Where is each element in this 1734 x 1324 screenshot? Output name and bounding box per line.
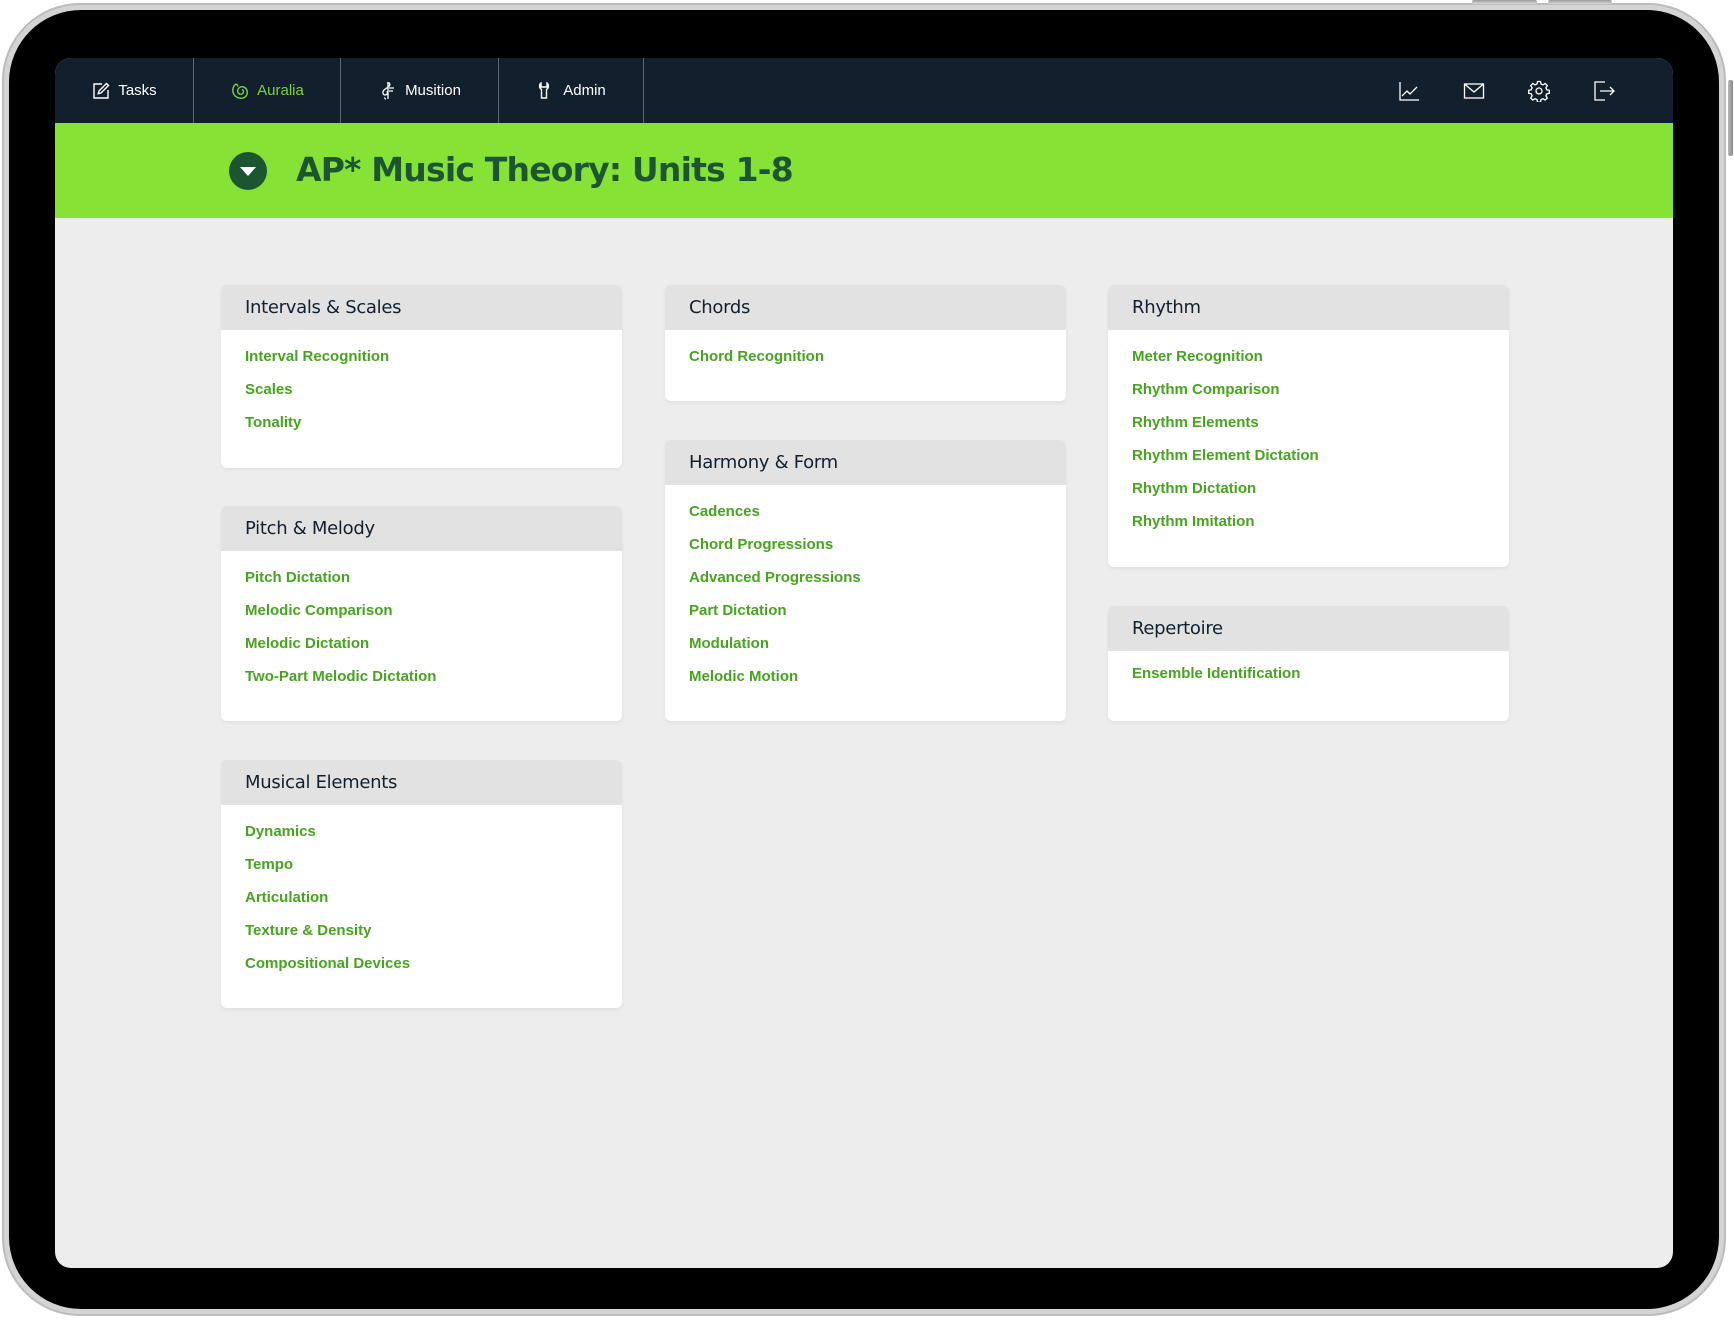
- card-title: Repertoire: [1108, 606, 1509, 651]
- card-title: Pitch & Melody: [221, 506, 622, 551]
- course-header: AP* Music Theory: Units 1-8: [55, 123, 1673, 218]
- tab-tasks[interactable]: Tasks: [55, 58, 194, 123]
- logout-icon[interactable]: [1593, 80, 1615, 102]
- volume-button: [1472, 0, 1537, 4]
- exercise-link[interactable]: Compositional Devices: [245, 954, 622, 987]
- exercise-link[interactable]: Pitch Dictation: [245, 568, 622, 601]
- category-card-intervals-scales: Intervals & Scales Interval Recognition …: [221, 285, 622, 468]
- app-screen: Tasks Auralia Musition Admin AP* Music T…: [55, 58, 1673, 1268]
- exercise-link[interactable]: Melodic Dictation: [245, 634, 622, 667]
- power-button: [1728, 80, 1733, 156]
- wrench-icon: [539, 81, 550, 99]
- exercise-link[interactable]: Cadences: [689, 502, 1066, 535]
- chevron-down-icon[interactable]: [229, 152, 267, 190]
- exercise-link[interactable]: Dynamics: [245, 822, 622, 855]
- exercise-link[interactable]: Meter Recognition: [1132, 347, 1509, 380]
- exercise-link[interactable]: Ensemble Identification: [1132, 664, 1509, 697]
- card-title: Intervals & Scales: [221, 285, 622, 330]
- card-title: Chords: [665, 285, 1066, 330]
- tab-admin[interactable]: Admin: [499, 58, 644, 123]
- exercise-link[interactable]: Texture & Density: [245, 921, 622, 954]
- exercise-link[interactable]: Rhythm Element Dictation: [1132, 446, 1509, 479]
- edit-icon: [93, 82, 110, 99]
- gear-icon[interactable]: [1528, 80, 1550, 102]
- exercise-link[interactable]: Modulation: [689, 634, 1066, 667]
- category-card-chords: Chords Chord Recognition: [665, 285, 1066, 401]
- exercise-link[interactable]: Tempo: [245, 855, 622, 888]
- category-card-musical-elements: Musical Elements Dynamics Tempo Articula…: [221, 760, 622, 1008]
- mail-icon[interactable]: [1463, 80, 1485, 102]
- tab-musition[interactable]: Musition: [341, 58, 499, 123]
- exercise-link[interactable]: Chord Progressions: [689, 535, 1066, 568]
- tab-label: Musition: [405, 82, 461, 99]
- exercise-link[interactable]: Advanced Progressions: [689, 568, 1066, 601]
- card-title: Musical Elements: [221, 760, 622, 805]
- exercise-link[interactable]: Articulation: [245, 888, 622, 921]
- exercise-link[interactable]: Rhythm Elements: [1132, 413, 1509, 446]
- exercise-link[interactable]: Scales: [245, 380, 622, 413]
- card-title: Rhythm: [1108, 285, 1509, 330]
- chart-icon[interactable]: [1398, 80, 1420, 102]
- exercise-link[interactable]: Melodic Comparison: [245, 601, 622, 634]
- exercise-link[interactable]: Chord Recognition: [689, 347, 1066, 380]
- top-navigation: Tasks Auralia Musition Admin: [55, 58, 1673, 123]
- exercise-link[interactable]: Melodic Motion: [689, 667, 1066, 700]
- page-title: AP* Music Theory: Units 1-8: [296, 150, 794, 189]
- tab-label: Tasks: [118, 82, 157, 99]
- volume-button: [1548, 0, 1612, 4]
- tab-auralia[interactable]: Auralia: [194, 58, 341, 123]
- card-title: Harmony & Form: [665, 440, 1066, 485]
- exercise-link[interactable]: Rhythm Dictation: [1132, 479, 1509, 512]
- exercise-link[interactable]: Tonality: [245, 413, 622, 446]
- exercise-link[interactable]: Interval Recognition: [245, 347, 622, 380]
- exercise-link[interactable]: Rhythm Comparison: [1132, 380, 1509, 413]
- category-card-pitch-melody: Pitch & Melody Pitch Dictation Melodic C…: [221, 506, 622, 721]
- exercise-link[interactable]: Part Dictation: [689, 601, 1066, 634]
- category-card-rhythm: Rhythm Meter Recognition Rhythm Comparis…: [1108, 285, 1509, 567]
- exercise-link[interactable]: Two-Part Melodic Dictation: [245, 667, 622, 700]
- tab-label: Auralia: [257, 82, 304, 99]
- tab-label: Admin: [563, 82, 606, 99]
- category-card-harmony-form: Harmony & Form Cadences Chord Progressio…: [665, 440, 1066, 721]
- category-card-repertoire: Repertoire Ensemble Identification: [1108, 606, 1509, 721]
- musition-clef-icon: [382, 81, 395, 100]
- exercise-link[interactable]: Rhythm Imitation: [1132, 512, 1509, 545]
- auralia-spiral-icon: [232, 82, 249, 99]
